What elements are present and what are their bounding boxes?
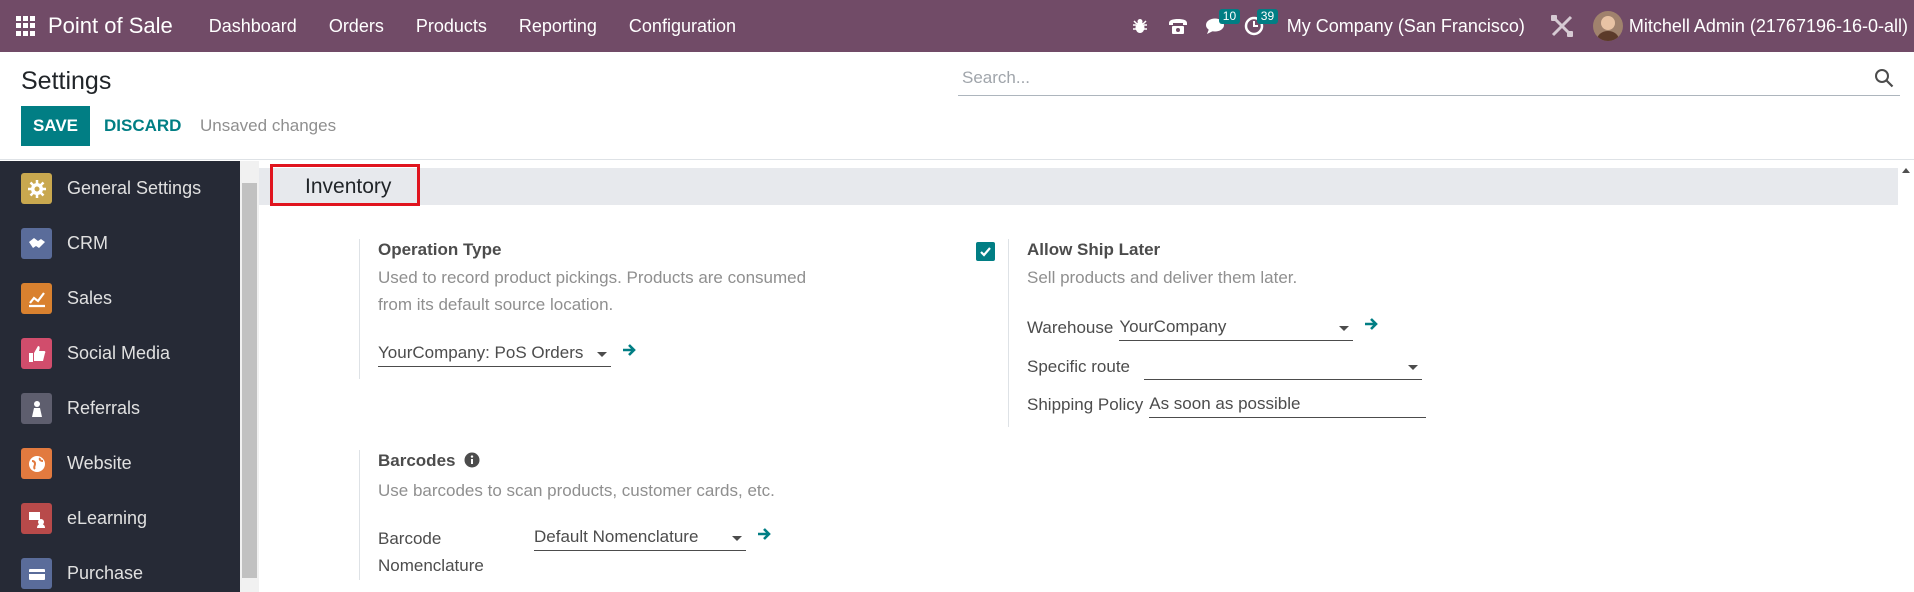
purchase-icon — [21, 558, 52, 589]
settings-sidebar: General Settings CRM Sales Social Media … — [0, 161, 240, 592]
warehouse-label: Warehouse — [1027, 318, 1114, 337]
warehouse-field: Warehouse YourCompany — [1027, 315, 1379, 341]
avatar — [1592, 11, 1623, 41]
sidebar-scrollbar[interactable] — [240, 161, 259, 592]
section-header — [259, 168, 1898, 205]
specific-route-label: Specific route — [1027, 357, 1130, 376]
page-title: Settings — [21, 67, 112, 95]
globe-icon — [21, 448, 52, 479]
app-menu-icon[interactable] — [16, 16, 36, 36]
user-menu[interactable]: Mitchell Admin (21767196-16-0-all) — [1592, 11, 1914, 41]
allow-ship-later-description: Sell products and deliver them later. — [1027, 268, 1298, 287]
operation-type-field: YourCompany: PoS Orders — [378, 341, 637, 367]
chart-icon — [21, 283, 52, 314]
search-input[interactable] — [958, 62, 1900, 94]
specific-route-field: Specific route — [1027, 354, 1422, 380]
elearning-icon — [21, 503, 52, 534]
chevron-down-icon — [1339, 326, 1350, 331]
menu-products[interactable]: Products — [400, 0, 503, 52]
sidebar-item-social-media[interactable]: Social Media — [0, 326, 240, 381]
internal-link-arrow-icon[interactable] — [756, 526, 772, 547]
messages-icon[interactable]: 10 — [1197, 0, 1241, 52]
shipping-policy-field: Shipping Policy As soon as possible — [1027, 392, 1427, 418]
activity-clock-icon[interactable]: 39 — [1235, 0, 1279, 52]
sidebar-item-website[interactable]: Website — [0, 436, 240, 491]
allow-ship-later-checkbox[interactable] — [976, 242, 995, 261]
barcodes-title: Barcodes — [378, 451, 456, 470]
menu-orders[interactable]: Orders — [313, 0, 400, 52]
referral-icon — [21, 393, 52, 424]
sidebar-item-elearning[interactable]: eLearning — [0, 491, 240, 546]
operation-type-select[interactable]: YourCompany: PoS Orders — [378, 341, 611, 367]
sidebar-item-label: Referrals — [67, 398, 141, 418]
operation-type-description: Used to record product pickings. Product… — [378, 268, 807, 314]
operation-type-value: YourCompany: PoS Orders — [378, 343, 584, 362]
barcode-nomenclature-label: Barcode Nomenclature — [378, 529, 484, 575]
shipping-policy-label: Shipping Policy — [1027, 395, 1144, 414]
sidebar-item-general-settings[interactable]: General Settings — [0, 161, 240, 216]
gear-icon — [21, 173, 52, 204]
barcode-nomenclature-select[interactable]: Default Nomenclature — [534, 525, 746, 551]
menu-dashboard[interactable]: Dashboard — [193, 0, 313, 52]
section-title: Inventory — [305, 175, 392, 198]
debug-tools-icon[interactable] — [1543, 0, 1581, 52]
scrollbar-thumb[interactable] — [242, 183, 257, 578]
warehouse-value: YourCompany — [1119, 317, 1227, 336]
barcode-nomenclature-value: Default Nomenclature — [534, 527, 699, 546]
save-button[interactable]: SAVE — [21, 106, 90, 146]
info-icon[interactable] — [464, 452, 480, 474]
menu-reporting[interactable]: Reporting — [503, 0, 613, 52]
sidebar-item-label: Purchase — [67, 563, 144, 583]
chevron-down-icon — [732, 536, 742, 541]
scroll-up-arrow-icon[interactable] — [1902, 168, 1910, 173]
shipping-policy-select[interactable]: As soon as possible — [1149, 392, 1427, 418]
search-bar — [958, 62, 1900, 96]
internal-link-arrow-icon[interactable] — [621, 342, 637, 363]
company-switcher[interactable]: My Company (San Francisco) — [1287, 16, 1525, 37]
sidebar-item-label: Website — [67, 453, 132, 473]
sidebar-item-sales[interactable]: Sales — [0, 271, 240, 326]
sidebar-item-label: Sales — [67, 288, 113, 308]
sidebar-item-label: eLearning — [67, 508, 148, 528]
sidebar-item-label: General Settings — [67, 178, 202, 198]
chevron-down-icon — [1408, 365, 1418, 370]
content-scrollbar[interactable] — [1898, 161, 1914, 592]
settings-content: Inventory Operation Type Used to record … — [259, 161, 1898, 592]
operation-type-title: Operation Type — [378, 240, 502, 259]
systray: 10 39 My Company (San Francisco) Mitchel… — [1121, 0, 1914, 52]
barcode-nomenclature-field: Default Nomenclature — [534, 525, 772, 551]
internal-link-arrow-icon[interactable] — [1363, 316, 1379, 337]
barcodes-description: Use barcodes to scan products, customer … — [378, 481, 775, 500]
activities-badge: 39 — [1256, 9, 1279, 24]
app-name[interactable]: Point of Sale — [48, 13, 173, 39]
chevron-down-icon — [597, 352, 607, 357]
warehouse-select[interactable]: YourCompany — [1119, 315, 1354, 341]
shipping-policy-value: As soon as possible — [1149, 394, 1301, 413]
menu-configuration[interactable]: Configuration — [613, 0, 752, 52]
user-name: Mitchell Admin (21767196-16-0-all) — [1628, 15, 1908, 36]
sidebar-item-referrals[interactable]: Referrals — [0, 381, 240, 436]
discard-button[interactable]: DISCARD — [104, 106, 181, 146]
top-navbar: Point of Sale Dashboard Orders Products … — [0, 0, 1914, 52]
allow-ship-later-title: Allow Ship Later — [1027, 240, 1161, 259]
unsaved-status: Unsaved changes — [200, 116, 337, 135]
handshake-icon — [21, 228, 52, 259]
control-panel: Settings SAVE DISCARD Unsaved changes — [0, 52, 1914, 160]
specific-route-select[interactable] — [1144, 354, 1422, 380]
sidebar-item-purchase[interactable]: Purchase — [0, 546, 240, 592]
sidebar-item-label: Social Media — [67, 343, 171, 363]
thumbs-up-icon — [21, 338, 52, 369]
barcodes-title-row: Barcodes — [378, 450, 829, 474]
sidebar-item-crm[interactable]: CRM — [0, 216, 240, 271]
search-icon[interactable] — [1874, 68, 1894, 93]
bug-icon[interactable] — [1121, 0, 1159, 52]
phone-icon[interactable] — [1159, 0, 1197, 52]
sidebar-item-label: CRM — [67, 233, 108, 253]
